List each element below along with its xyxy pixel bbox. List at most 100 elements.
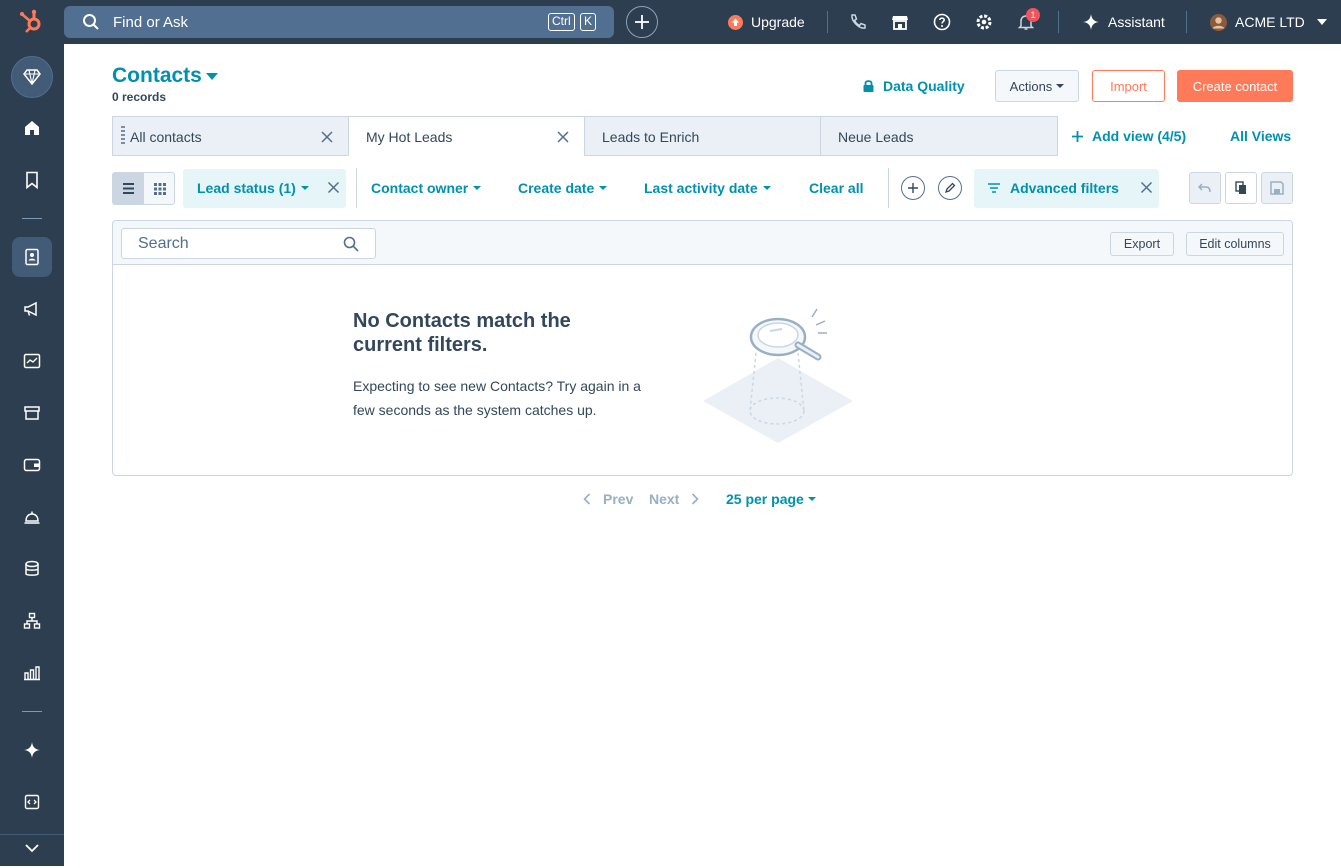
tab-neue-leads[interactable]: Neue Leads <box>820 116 1058 156</box>
database-icon <box>25 560 39 576</box>
edit-columns-button[interactable]: Edit columns <box>1186 232 1284 256</box>
quick-create-button[interactable] <box>626 6 658 38</box>
grid-icon <box>154 183 166 195</box>
sidebar-item-data-management[interactable] <box>12 549 52 589</box>
undo-icon <box>1198 183 1211 193</box>
duplicate-view-button[interactable] <box>1225 172 1257 204</box>
next-page-label: Next <box>649 491 680 507</box>
phone-icon[interactable] <box>848 12 868 32</box>
clear-all-label: Clear all <box>809 180 864 196</box>
shortcut-ctrl-key: Ctrl <box>548 13 575 31</box>
create-contact-button[interactable]: Create contact <box>1177 70 1293 102</box>
sparkle-icon <box>24 742 40 758</box>
chevron-down-icon <box>205 72 218 80</box>
chevron-down-icon <box>300 186 309 190</box>
actions-dropdown-button[interactable]: Actions <box>995 70 1079 102</box>
copy-icon <box>1235 181 1246 194</box>
edit-filters-button[interactable] <box>938 176 962 200</box>
wallet-icon <box>23 458 41 472</box>
assistant-button[interactable]: Assistant <box>1083 0 1165 44</box>
topbar-divider <box>1058 11 1059 33</box>
advanced-filters-label: Advanced filters <box>1010 180 1119 196</box>
settings-gear-icon[interactable] <box>974 12 994 32</box>
sparkle-icon <box>1083 14 1099 30</box>
tab-leads-to-enrich[interactable]: Leads to Enrich <box>584 116 821 156</box>
board-view-button[interactable] <box>144 173 175 204</box>
marketplace-icon[interactable] <box>890 12 910 32</box>
sidebar-item-development[interactable] <box>12 782 52 822</box>
tab-label: My Hot Leads <box>366 129 453 145</box>
drag-handle-icon[interactable] <box>121 125 125 147</box>
sidebar-item-automation[interactable] <box>12 601 52 641</box>
create-date-label: Create date <box>518 180 595 196</box>
lock-icon <box>863 80 874 92</box>
shortcut-k-key: K <box>580 13 597 31</box>
page-title-dropdown[interactable]: Contacts <box>112 64 218 88</box>
create-date-filter[interactable]: Create date <box>518 180 608 196</box>
storefront-icon <box>24 406 40 420</box>
prev-page-label: Prev <box>603 491 634 507</box>
lead-status-label: Lead status (1) <box>197 180 296 196</box>
view-mode-toggle <box>112 172 175 205</box>
close-icon[interactable] <box>320 130 334 144</box>
lead-status-filter[interactable]: Lead status (1) <box>197 180 309 196</box>
close-icon[interactable] <box>1140 181 1153 194</box>
all-views-link[interactable]: All Views <box>1230 128 1291 144</box>
top-navigation-bar: Find or Ask Ctrl K Upgrade 1 Assistant A… <box>0 0 1341 44</box>
sidebar-item-commerce[interactable] <box>12 445 52 485</box>
contact-owner-label: Contact owner <box>371 180 469 196</box>
prev-page-button[interactable]: Prev <box>583 491 633 507</box>
notification-count-badge: 1 <box>1026 8 1040 22</box>
sidebar-item-content[interactable] <box>12 341 52 381</box>
sidebar-item-service[interactable] <box>12 497 52 537</box>
table-search-input[interactable]: Search <box>121 228 376 259</box>
tab-my-hot-leads[interactable]: My Hot Leads <box>348 116 585 156</box>
sidebar-divider <box>22 218 42 219</box>
clear-all-button[interactable]: Clear all <box>809 180 863 196</box>
undo-button[interactable] <box>1189 172 1221 204</box>
sidebar-item-sales[interactable] <box>12 393 52 433</box>
account-name: ACME LTD <box>1235 14 1305 30</box>
contact-owner-filter[interactable]: Contact owner <box>371 180 482 196</box>
save-view-button[interactable] <box>1261 172 1293 204</box>
bookmark-icon <box>26 171 38 189</box>
empty-state-message: Expecting to see new Contacts? Try again… <box>353 378 641 418</box>
add-filter-button[interactable] <box>901 176 925 200</box>
add-view-button[interactable]: Add view (4/5) <box>1071 128 1186 144</box>
sidebar-item-account-home[interactable] <box>11 56 53 98</box>
import-button[interactable]: Import <box>1092 70 1165 102</box>
per-page-dropdown[interactable]: 25 per page <box>726 491 816 507</box>
help-icon[interactable] <box>932 12 952 32</box>
empty-search-illustration <box>703 308 853 443</box>
tab-all-contacts[interactable]: All contacts <box>112 116 349 156</box>
tab-label: Neue Leads <box>838 129 914 145</box>
account-menu[interactable]: ACME LTD <box>1210 0 1327 44</box>
close-icon[interactable] <box>556 130 570 144</box>
chevron-down-icon <box>25 844 39 853</box>
next-page-button[interactable]: Next <box>649 491 699 507</box>
sidebar-item-reporting[interactable] <box>12 653 52 693</box>
import-label: Import <box>1110 78 1147 94</box>
close-icon[interactable] <box>327 181 340 194</box>
upgrade-button[interactable]: Upgrade <box>728 0 805 44</box>
diamond-icon <box>23 69 41 85</box>
last-activity-date-filter[interactable]: Last activity date <box>644 180 771 196</box>
sidebar-item-marketing[interactable] <box>12 289 52 329</box>
advanced-filters-button[interactable]: Advanced filters <box>988 180 1119 196</box>
left-sidebar <box>0 44 64 866</box>
sidebar-item-crm[interactable] <box>12 237 52 277</box>
export-button[interactable]: Export <box>1110 232 1174 256</box>
hubspot-logo-icon[interactable] <box>18 9 46 35</box>
chevron-left-icon <box>583 493 591 505</box>
chevron-down-icon <box>599 186 608 190</box>
home-icon <box>25 121 39 135</box>
sidebar-expand-button[interactable] <box>12 828 52 868</box>
global-search-bar[interactable]: Find or Ask Ctrl K <box>64 6 614 38</box>
sidebar-item-home[interactable] <box>12 108 52 148</box>
save-icon <box>1270 181 1284 195</box>
data-quality-link[interactable]: Data Quality <box>862 78 965 94</box>
sidebar-item-bookmarks[interactable] <box>12 160 52 200</box>
list-view-button[interactable] <box>113 173 144 204</box>
page-title: Contacts <box>112 64 202 87</box>
sidebar-item-ai[interactable] <box>12 730 52 770</box>
